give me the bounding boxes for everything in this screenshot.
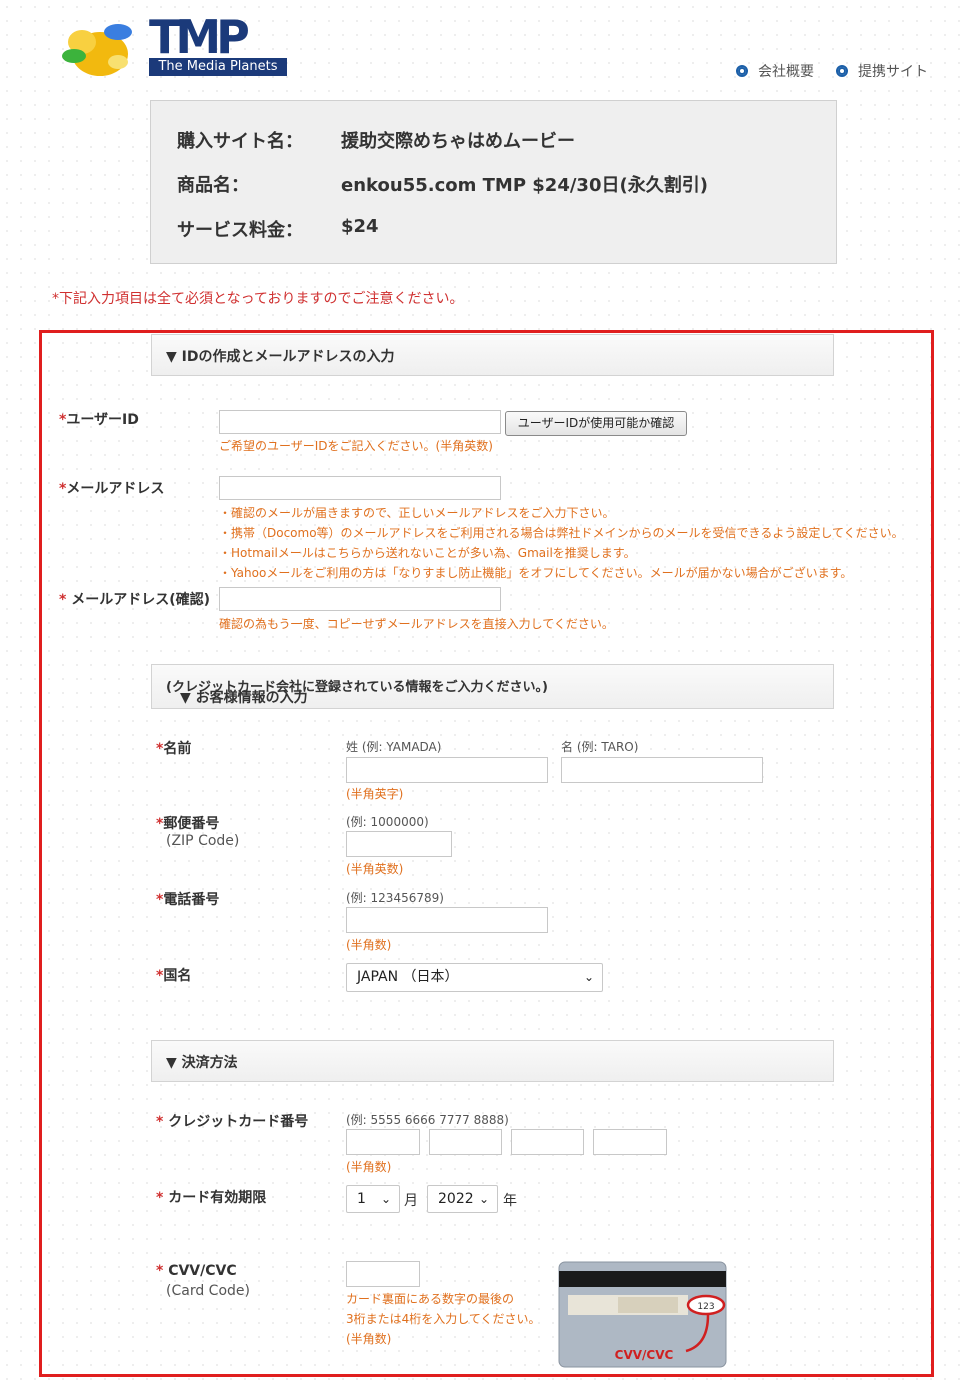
name-hint: (半角英字)	[346, 787, 404, 801]
section-id-header: ▼ IDの作成とメールアドレスの入力	[151, 334, 834, 376]
tmp-logo[interactable]: TMP The Media Planets	[149, 12, 289, 78]
chevron-down-icon: ⌄	[478, 1192, 489, 1206]
first-name-input[interactable]	[561, 757, 763, 783]
zip-input[interactable]	[346, 831, 452, 857]
required-note: *下記入力項目は全て必須となっておりますのでご注意ください。	[52, 291, 464, 307]
partner-link-label: 提携サイト	[858, 64, 928, 80]
check-userid-button[interactable]: ユーザーIDが使用可能か確認	[505, 411, 687, 436]
country-select-value: JAPAN （日本）	[357, 969, 459, 985]
card-back-image: 123 CVV/CVC	[558, 1261, 727, 1368]
section-customer-title: ▼ お客様情報の入力 (クレジットカード会社に登録されている情報をご入力ください…	[166, 680, 548, 706]
svg-text:CVV/CVC: CVV/CVC	[615, 1348, 674, 1362]
logo-subtitle: The Media Planets	[149, 58, 287, 76]
month-unit: 月	[404, 1193, 418, 1209]
card-number-example: (例: 5555 6666 7777 8888)	[346, 1113, 509, 1127]
bullet-icon	[736, 65, 748, 77]
partner-link[interactable]: 提携サイト	[836, 63, 928, 81]
zip-example: (例: 1000000)	[346, 815, 429, 829]
section-payment-title: ▼ 決済方法	[166, 1055, 238, 1071]
expiry-year-value: 2022	[438, 1191, 474, 1207]
email-confirm-input[interactable]	[219, 587, 501, 611]
cvv-hint-1: カード裏面にある数字の最後の	[346, 1292, 515, 1306]
cvv-sublabel: (Card Code)	[166, 1283, 250, 1299]
site-value: 援助交際めちゃはめムービー	[341, 131, 575, 152]
company-link-label: 会社概要	[758, 64, 814, 80]
userid-hint: ご希望のユーザーIDをご記入ください。(半角英数)	[219, 439, 493, 453]
purchase-summary: 購入サイト名： 援助交際めちゃはめムービー 商品名： enkou55.com T…	[150, 100, 837, 264]
name-label: *名前	[156, 741, 192, 757]
country-select[interactable]: JAPAN （日本） ⌄	[346, 963, 603, 992]
userid-input[interactable]	[219, 410, 501, 434]
zip-label: *郵便番号	[156, 816, 220, 832]
svg-text:123: 123	[697, 1302, 714, 1312]
bullet-icon	[836, 65, 848, 77]
card-number-hint: (半角数)	[346, 1160, 392, 1174]
email-confirm-label: * メールアドレス(確認)	[59, 592, 210, 608]
card-number-input-2[interactable]	[429, 1129, 502, 1155]
email-input[interactable]	[219, 476, 501, 500]
zip-sublabel: (ZIP Code)	[166, 833, 240, 849]
card-number-input-1[interactable]	[346, 1129, 420, 1155]
section-id-title: ▼ IDの作成とメールアドレスの入力	[166, 349, 395, 365]
card-number-input-4[interactable]	[593, 1129, 667, 1155]
country-label: *国名	[156, 968, 192, 984]
email-hint-4: ・Yahooメールをご利用の方は「なりすまし防止機能」をオフにしてください。メー…	[219, 566, 853, 580]
product-value: enkou55.com TMP $24/30日(永久割引)	[341, 175, 708, 196]
last-name-input[interactable]	[346, 757, 548, 783]
userid-label: *ユーザーID	[59, 412, 139, 428]
expiry-year-select[interactable]: 2022 ⌄	[427, 1185, 498, 1213]
phone-input[interactable]	[346, 907, 548, 933]
expiry-month-select[interactable]: 1 ⌄	[346, 1185, 400, 1213]
cvv-hint-2: 3桁または4桁を入力してください。	[346, 1312, 541, 1326]
section-payment-header: ▼ 決済方法	[151, 1040, 834, 1082]
chevron-down-icon: ⌄	[380, 1192, 391, 1206]
email-hint-2: ・携帯（Docomo等）のメールアドレスをご利用される場合は弊社ドメインからのメ…	[219, 526, 904, 540]
email-hint-1: ・確認のメールが届きますので、正しいメールアドレスをご入力下さい。	[219, 506, 615, 520]
logo-wordmark: TMP	[149, 10, 250, 64]
email-label: *メールアドレス	[59, 481, 165, 497]
phone-label: *電話番号	[156, 892, 220, 908]
email-hint-3: ・Hotmailメールはこちらから送れないことが多い為、Gmailを推奨します。	[219, 546, 636, 560]
fee-value: $24	[341, 216, 379, 237]
year-unit: 年	[503, 1193, 517, 1209]
chevron-down-icon: ⌄	[583, 970, 594, 984]
first-name-example: 名 (例: TARO)	[561, 740, 639, 754]
expiry-month-value: 1	[357, 1191, 366, 1207]
card-number-label: * クレジットカード番号	[156, 1114, 309, 1130]
site-label: 購入サイト名：	[177, 131, 303, 152]
email-confirm-hint: 確認の為もう一度、コピーせずメールアドレスを直接入力してください。	[219, 617, 614, 631]
section-customer-header: ▼ お客様情報の入力 (クレジットカード会社に登録されている情報をご入力ください…	[151, 664, 834, 709]
cvv-input[interactable]	[346, 1261, 420, 1287]
card-number-input-3[interactable]	[511, 1129, 584, 1155]
expiry-label: * カード有効期限	[156, 1190, 267, 1206]
phone-hint: (半角数)	[346, 938, 392, 952]
phone-example: (例: 123456789)	[346, 891, 444, 905]
fee-label: サービス料金：	[177, 220, 303, 241]
last-name-example: 姓 (例: YAMADA)	[346, 740, 442, 754]
product-label: 商品名：	[177, 175, 249, 196]
cvv-label: * CVV/CVC	[156, 1263, 237, 1279]
cvv-hint-3: (半角数)	[346, 1332, 392, 1346]
company-link[interactable]: 会社概要	[736, 63, 814, 81]
zip-hint: (半角英数)	[346, 862, 404, 876]
tmp-logo-mark	[52, 18, 138, 80]
